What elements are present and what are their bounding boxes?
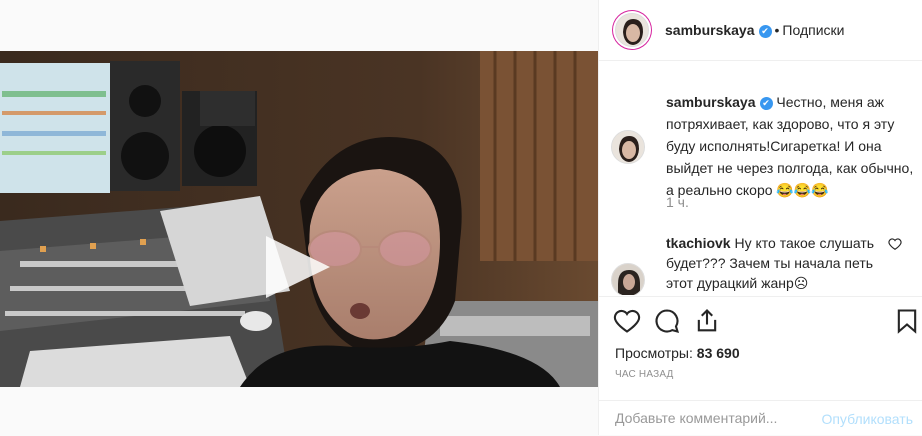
video-frame-image: [0, 51, 598, 387]
media-area: [0, 0, 598, 435]
views-count[interactable]: Просмотры: 83 690: [615, 345, 740, 361]
play-icon[interactable]: [266, 236, 330, 298]
like-icon[interactable]: [613, 307, 641, 335]
post-time-ago[interactable]: ЧАС НАЗАД: [615, 369, 674, 380]
following-button[interactable]: Подписки: [782, 22, 844, 38]
small-heart-icon[interactable]: [888, 237, 902, 251]
publish-button[interactable]: Опубликовать: [821, 411, 913, 427]
share-icon[interactable]: [693, 307, 721, 335]
verified-icon: ✔: [758, 25, 772, 38]
add-comment-bar: Опубликовать: [599, 400, 922, 436]
post-sidebar: samburskaya ✔ • Подписки samburskaya ✔ Честн…: [598, 0, 922, 435]
views-value: 83 690: [696, 345, 740, 361]
actions-section: Просмотры: 83 690 ЧАС НАЗАД Опубликовать: [599, 296, 922, 435]
caption-time[interactable]: 1 ч.: [666, 194, 689, 210]
avatar-image: [616, 14, 648, 46]
comment-avatar-image: [612, 264, 644, 295]
comment-icon[interactable]: [653, 307, 681, 335]
header-separator: •: [774, 22, 780, 38]
caption: samburskaya ✔ Честно, меня аж потряхивает…: [666, 91, 914, 201]
save-icon[interactable]: [893, 307, 921, 335]
views-label: Просмотры:: [615, 345, 693, 361]
post-header: samburskaya ✔ • Подписки: [599, 0, 922, 61]
comment: tkachiovk Ну кто такое слушать будет??? …: [666, 233, 888, 293]
video-player[interactable]: [0, 51, 598, 387]
header-line: samburskaya ✔ • Подписки: [665, 22, 844, 40]
comment-avatar[interactable]: [611, 263, 645, 295]
caption-avatar[interactable]: [611, 130, 645, 164]
comments-list: samburskaya ✔ Честно, меня аж потряхивает…: [599, 75, 922, 295]
avatar[interactable]: [615, 13, 649, 47]
verified-icon: ✔: [759, 97, 773, 110]
caption-avatar-image: [612, 131, 644, 163]
comment-input[interactable]: [615, 410, 815, 426]
caption-username[interactable]: samburskaya: [666, 94, 756, 110]
header-username[interactable]: samburskaya: [665, 22, 755, 38]
instagram-post: samburskaya ✔ • Подписки samburskaya ✔ Честн…: [0, 0, 922, 435]
comment-username[interactable]: tkachiovk: [666, 235, 731, 251]
